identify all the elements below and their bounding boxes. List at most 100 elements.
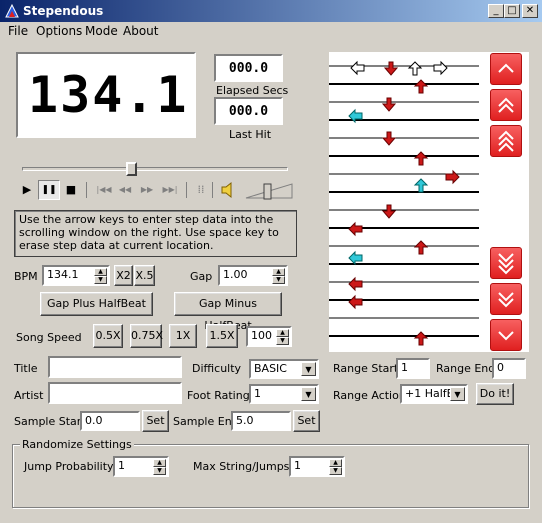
lasthit-label: Last Hit — [229, 128, 272, 141]
sample-start-set-button[interactable]: Set — [142, 410, 169, 432]
scroll-down-2-button[interactable] — [490, 283, 522, 315]
spin-up-icon[interactable]: ▲ — [329, 459, 342, 467]
jump-probability-label: Jump Probability — [24, 460, 114, 473]
speed-1x-button[interactable]: 1X — [169, 324, 197, 348]
elapsed-label: Elapsed Secs — [216, 84, 289, 97]
grid-icon[interactable]: ⁞⁞ — [194, 183, 208, 197]
spin-down-icon[interactable]: ▼ — [272, 276, 285, 284]
rewind-icon[interactable]: ◀◀ — [118, 183, 132, 197]
title-label: Title — [14, 362, 38, 375]
randomize-legend: Randomize Settings — [20, 438, 134, 451]
up-arrow-icon — [407, 61, 423, 76]
do-it-button[interactable]: Do it! — [476, 383, 514, 405]
last-icon[interactable]: ▶▶| — [160, 183, 180, 197]
max-spinner[interactable]: ▲ ▼ — [329, 459, 342, 475]
title-input[interactable] — [48, 356, 182, 378]
foot-rating-select[interactable]: 1 ▼ — [249, 384, 319, 404]
scroll-down-3-button[interactable] — [490, 247, 522, 279]
menu-options[interactable]: Options — [36, 24, 82, 38]
chevron-down-icon[interactable]: ▼ — [450, 387, 465, 401]
range-start-label: Range Start — [333, 362, 399, 375]
left-arrow-icon — [348, 250, 363, 266]
bpm-spinner[interactable]: ▲ ▼ — [94, 268, 107, 284]
down-arrow-icon — [381, 131, 397, 146]
fastforward-icon[interactable]: ▶▶ — [140, 183, 154, 197]
speed-0.75x-button[interactable]: 0.75X — [130, 324, 163, 348]
instructions-box: Use the arrow keys to enter step data in… — [14, 210, 297, 257]
bpm-x5-button[interactable]: X.5 — [134, 265, 155, 286]
sample-start-label: Sample Start — [14, 415, 86, 428]
chevron-down-icon — [498, 331, 514, 341]
lasthit-display: 000.0 — [214, 97, 283, 125]
play-icon[interactable]: ▶ — [20, 183, 34, 197]
chevron-down-icon[interactable]: ▼ — [301, 362, 316, 376]
spin-up-icon[interactable]: ▲ — [94, 268, 107, 276]
bpm-input[interactable]: 134.1 ▲ ▼ — [42, 265, 110, 286]
speed-0.5x-button[interactable]: 0.5X — [93, 324, 123, 348]
gap-plus-halfbeat-button[interactable]: Gap Plus HalfBeat — [40, 292, 153, 316]
gap-input[interactable]: 1.00 ▲ ▼ — [218, 265, 288, 286]
gap-label: Gap — [190, 270, 213, 283]
sample-end-input[interactable]: 5.0 — [231, 411, 291, 431]
song-speed-label: Song Speed — [16, 331, 82, 344]
sample-start-input[interactable]: 0.0 — [80, 411, 140, 431]
spin-up-icon[interactable]: ▲ — [272, 268, 285, 276]
chevron-down-icon[interactable]: ▼ — [301, 387, 316, 401]
speed-1.5x-button[interactable]: 1.5X — [206, 324, 238, 348]
down-arrow-icon — [381, 97, 397, 112]
max-string-input[interactable]: 1 ▲ ▼ — [289, 456, 345, 477]
sample-end-set-button[interactable]: Set — [293, 410, 320, 432]
scroll-up-3-button[interactable] — [490, 125, 522, 157]
double-chevron-down-icon — [498, 292, 514, 308]
scroll-down-1-button[interactable] — [490, 319, 522, 351]
first-icon[interactable]: |◀◀ — [94, 183, 114, 197]
spin-down-icon[interactable]: ▼ — [276, 337, 289, 345]
spin-down-icon[interactable]: ▼ — [94, 276, 107, 284]
volume-slider[interactable] — [244, 180, 294, 200]
position-slider-thumb[interactable] — [126, 162, 137, 176]
chevron-up-icon — [498, 63, 514, 73]
range-action-select[interactable]: +1 HalfBe ▼ — [400, 384, 468, 404]
jump-probability-input[interactable]: 1 ▲ ▼ — [113, 456, 169, 477]
elapsed-display: 000.0 — [214, 54, 283, 82]
spin-down-icon[interactable]: ▼ — [329, 467, 342, 475]
range-start-input[interactable]: 1 — [396, 358, 430, 379]
pause-icon[interactable]: ❚❚ — [38, 180, 60, 200]
difficulty-label: Difficulty — [192, 362, 242, 375]
triple-chevron-down-icon — [498, 253, 514, 275]
gap-value: 1.00 — [223, 268, 248, 281]
up-arrow-icon — [413, 331, 429, 346]
left-arrow-icon — [348, 294, 363, 310]
scroll-up-2-button[interactable] — [490, 89, 522, 121]
speed-spinner[interactable]: ▲ ▼ — [276, 329, 289, 345]
left-arrow-icon — [350, 60, 365, 76]
close-button[interactable]: ✕ — [522, 4, 538, 18]
artist-input[interactable] — [48, 382, 182, 404]
menu-about[interactable]: About — [123, 24, 158, 38]
jump-spinner[interactable]: ▲ ▼ — [153, 459, 166, 475]
spin-up-icon[interactable]: ▲ — [153, 459, 166, 467]
bpm-x2-button[interactable]: X2 — [114, 265, 133, 286]
menu-file[interactable]: File — [8, 24, 28, 38]
spin-up-icon[interactable]: ▲ — [276, 329, 289, 337]
gap-minus-halfbeat-button[interactable]: Gap Minus HalfBeat — [174, 292, 282, 332]
bpm-display: 134.1 — [16, 52, 196, 138]
speed-input[interactable]: 100 ▲ ▼ — [246, 326, 292, 347]
position-slider[interactable] — [22, 167, 288, 171]
spin-down-icon[interactable]: ▼ — [153, 467, 166, 475]
triple-chevron-up-icon — [498, 130, 514, 152]
maximize-button[interactable]: □ — [504, 4, 520, 18]
menu-mode[interactable]: Mode — [85, 24, 118, 38]
double-chevron-up-icon — [498, 97, 514, 113]
up-arrow-icon — [413, 240, 429, 255]
up-arrow-icon — [413, 178, 429, 193]
scroll-up-1-button[interactable] — [490, 53, 522, 85]
range-end-input[interactable]: 0 — [492, 358, 526, 379]
transport-divider — [86, 182, 87, 198]
difficulty-select[interactable]: BASIC ▼ — [249, 359, 319, 379]
left-arrow-icon — [348, 221, 363, 237]
stop-icon[interactable]: ■ — [64, 183, 78, 197]
minimize-button[interactable]: _ — [488, 4, 504, 18]
gap-spinner[interactable]: ▲ ▼ — [272, 268, 285, 284]
speaker-icon[interactable] — [220, 181, 236, 199]
